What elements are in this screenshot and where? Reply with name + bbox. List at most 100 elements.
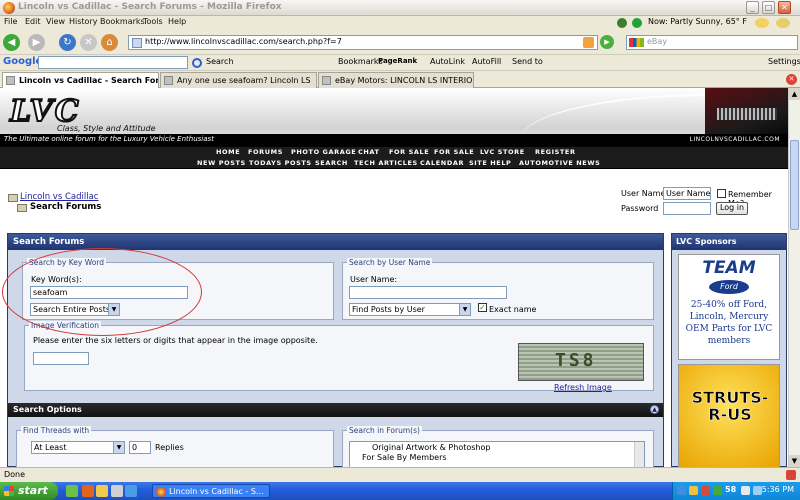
search-engine-input[interactable]: eBay xyxy=(626,35,798,50)
minimize-button[interactable]: _ xyxy=(746,1,759,14)
forum-option[interactable]: Original Artwork & Photoshop xyxy=(372,443,490,452)
search-username-label: User Name: xyxy=(350,275,398,284)
username-input[interactable]: User Name xyxy=(663,187,711,200)
back-icon[interactable]: ◀ xyxy=(3,34,20,51)
autolink-button[interactable]: AutoLink xyxy=(430,57,465,66)
tray-icon[interactable] xyxy=(677,486,686,495)
google-search-input[interactable] xyxy=(38,56,188,69)
url-input[interactable]: http://www.lincolnvscadillac.com/search.… xyxy=(128,35,598,50)
listbox-scrollbar[interactable] xyxy=(634,442,644,467)
nav-calendar[interactable]: CALENDAR xyxy=(420,159,464,167)
password-input[interactable] xyxy=(663,202,711,215)
close-button[interactable]: ✕ xyxy=(778,1,791,14)
taskbar-window-button[interactable]: Lincoln vs Cadillac - S... xyxy=(152,484,270,498)
chevron-down-icon[interactable]: ▼ xyxy=(113,442,124,453)
tab-favicon xyxy=(6,76,15,85)
exact-name-label: Exact name xyxy=(489,305,537,314)
home-icon[interactable]: ⌂ xyxy=(101,34,118,51)
verification-input[interactable] xyxy=(33,352,89,365)
menu-help[interactable]: Help xyxy=(168,17,186,26)
close-tab-icon[interactable]: ✕ xyxy=(786,74,797,85)
menu-bookmarks[interactable]: Bookmarks xyxy=(100,17,145,26)
reload-icon[interactable]: ↻ xyxy=(59,34,76,51)
tray-icon[interactable] xyxy=(713,486,722,495)
pagerank-indicator[interactable]: PageRank xyxy=(378,57,417,65)
tray-icon[interactable] xyxy=(741,486,750,495)
collapse-icon[interactable]: ▲ xyxy=(650,405,659,414)
maximize-button[interactable]: □ xyxy=(762,1,775,14)
nav-tech-articles[interactable]: TECH ARTICLES xyxy=(354,159,418,167)
menu-tools[interactable]: Tools xyxy=(143,17,163,26)
tab-label: eBay Motors: LINCOLN LS INTERIOR ... xyxy=(335,76,474,85)
tab-ebay[interactable]: eBay Motors: LINCOLN LS INTERIOR ... xyxy=(318,72,474,88)
nav-register[interactable]: REGISTER xyxy=(535,148,576,156)
network-icon[interactable] xyxy=(753,486,762,495)
remember-me-checkbox[interactable] xyxy=(717,189,726,198)
search-username-input[interactable] xyxy=(349,286,507,299)
status-warning-icon[interactable] xyxy=(786,470,796,480)
status-icon[interactable] xyxy=(617,18,627,28)
send-to-button[interactable]: Send to xyxy=(512,57,543,66)
stop-icon[interactable]: ✕ xyxy=(80,34,97,51)
breadcrumb-home-link[interactable]: Lincoln vs Cadillac xyxy=(20,192,98,202)
chevron-down-icon[interactable]: ▼ xyxy=(459,304,470,315)
menu-history[interactable]: History xyxy=(69,17,97,26)
nav-home[interactable]: HOME xyxy=(216,148,240,156)
rss-icon[interactable] xyxy=(583,37,594,48)
forums-listbox[interactable]: Original Artwork & Photoshop For Sale By… xyxy=(349,441,645,467)
url-text: http://www.lincolnvscadillac.com/search.… xyxy=(145,37,342,46)
clock[interactable]: 5:36 PM xyxy=(762,485,794,494)
struts-ad[interactable]: STRUTS-R-US xyxy=(678,364,780,467)
annotation-circle xyxy=(2,248,202,336)
threads-mode-select[interactable]: At Least ▼ xyxy=(31,441,125,454)
nav-chat[interactable]: CHAT xyxy=(358,148,380,156)
ebay-icon[interactable] xyxy=(629,38,644,47)
sponsors-panel: LVC Sponsors TEAM Ford 25-40% off Ford, … xyxy=(671,233,787,467)
nav-automotive-news[interactable]: AUTOMOTIVE NEWS xyxy=(519,159,600,167)
scroll-down-icon[interactable]: ▼ xyxy=(789,455,800,467)
settings-button[interactable]: Settings xyxy=(768,57,800,66)
scroll-up-icon[interactable]: ▲ xyxy=(789,88,800,100)
nav-todays-posts[interactable]: TODAYS POSTS xyxy=(249,159,312,167)
tray-counter[interactable]: 58 xyxy=(725,485,736,494)
search-icon[interactable] xyxy=(192,58,202,68)
nav-for-sale-2[interactable]: FOR SALE xyxy=(434,148,474,156)
nav-search[interactable]: SEARCH xyxy=(315,159,348,167)
forward-icon[interactable]: ▶ xyxy=(28,34,45,51)
forum-option[interactable]: For Sale By Members xyxy=(362,453,447,462)
nav-forums[interactable]: FORUMS xyxy=(248,148,283,156)
green-status-icon[interactable] xyxy=(632,18,642,28)
scroll-thumb[interactable] xyxy=(790,140,799,230)
quicklaunch-icon[interactable] xyxy=(96,485,108,497)
replies-input[interactable]: 0 xyxy=(129,441,151,454)
team-ford-ad[interactable]: TEAM Ford 25-40% off Ford, Lincoln, Merc… xyxy=(678,254,780,360)
tray-icon[interactable] xyxy=(689,486,698,495)
quicklaunch-icon[interactable] xyxy=(111,485,123,497)
start-button[interactable]: start xyxy=(0,482,58,500)
nav-for-sale[interactable]: FOR SALE xyxy=(389,148,429,156)
nav-photo-garage[interactable]: PHOTO GARAGE xyxy=(291,148,356,156)
quicklaunch-icon[interactable] xyxy=(125,485,137,497)
google-bookmarks-button[interactable]: Bookmarks xyxy=(338,57,383,66)
tray-icon[interactable] xyxy=(701,486,710,495)
nav-new-posts[interactable]: NEW POSTS xyxy=(197,159,246,167)
menu-edit[interactable]: Edit xyxy=(25,17,41,26)
page-scrollbar[interactable]: ▲ ▼ xyxy=(788,88,800,467)
tab-search-forums[interactable]: Lincoln vs Cadillac - Search Forums xyxy=(2,72,159,88)
exact-name-checkbox[interactable]: ✓ xyxy=(478,303,487,312)
login-button[interactable]: Log in xyxy=(716,202,748,215)
autofill-button[interactable]: AutoFill xyxy=(472,57,501,66)
refresh-image-link[interactable]: Refresh Image xyxy=(554,383,612,392)
google-logo: Google xyxy=(3,56,43,67)
user-mode-select[interactable]: Find Posts by User ▼ xyxy=(349,303,471,316)
tab-seafoam[interactable]: Any one use seafoam? Lincoln LS xyxy=(160,72,317,88)
google-search-button[interactable]: Search xyxy=(206,57,233,66)
nav-site-help[interactable]: SITE HELP xyxy=(469,159,511,167)
nav-lvc-store[interactable]: LVC STORE xyxy=(480,148,525,156)
go-icon[interactable]: ▶ xyxy=(600,35,614,49)
tab-label: Any one use seafoam? Lincoln LS xyxy=(177,76,311,85)
quicklaunch-icon[interactable] xyxy=(66,485,78,497)
menu-file[interactable]: File xyxy=(4,17,17,26)
firefox-quicklaunch-icon[interactable] xyxy=(82,485,94,497)
menu-view[interactable]: View xyxy=(46,17,65,26)
